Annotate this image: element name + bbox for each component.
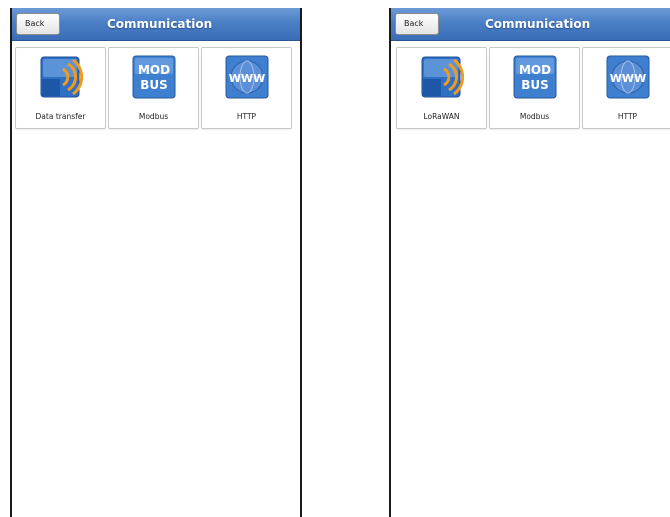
tile-label: Data transfer	[35, 112, 86, 121]
page-title: Communication	[107, 17, 213, 31]
back-button[interactable]: Back	[395, 13, 439, 35]
tile-grid: LoRaWAN MOD BUS Modbus WWW HTTP	[396, 47, 670, 129]
tile-data-transfer[interactable]: Data transfer	[15, 47, 106, 129]
tile-modbus[interactable]: MOD BUS Modbus	[489, 47, 580, 129]
title-bar: Back Communication	[12, 8, 300, 41]
communication-screen-right: Back Communication LoRaWAN MOD BUS Modbu…	[389, 8, 670, 517]
tile-label: Modbus	[138, 112, 169, 121]
modbus-icon-text-bottom: BUS	[140, 78, 168, 92]
www-icon-text: WWW	[609, 72, 645, 85]
www-icon-text: WWW	[228, 72, 264, 85]
tile-label: HTTP	[617, 112, 638, 121]
tile-label: HTTP	[236, 112, 257, 121]
title-bar: Back Communication	[391, 8, 670, 41]
back-button[interactable]: Back	[16, 13, 60, 35]
page-title: Communication	[485, 17, 591, 31]
tile-grid: Data transfer MOD BUS Modbus WWW HTTP	[15, 47, 294, 129]
modbus-icon: MOD BUS	[132, 55, 175, 99]
tile-label: Modbus	[519, 112, 550, 121]
tile-http[interactable]: WWW HTTP	[201, 47, 292, 129]
tile-modbus[interactable]: MOD BUS Modbus	[108, 47, 199, 129]
communication-screen-left: Back Communication Data transfer MOD BUS…	[10, 8, 302, 517]
modbus-icon-text-bottom: BUS	[521, 78, 549, 92]
wireless-transfer-icon	[40, 56, 83, 98]
tile-label: LoRaWAN	[423, 112, 460, 121]
modbus-icon: MOD BUS	[513, 55, 556, 99]
www-globe-icon: WWW	[606, 55, 649, 99]
tile-http[interactable]: WWW HTTP	[582, 47, 670, 129]
comparison-stage: Back Communication Data transfer MOD BUS…	[0, 0, 670, 517]
wireless-transfer-icon	[421, 56, 464, 98]
modbus-icon-text-top: MOD	[137, 63, 169, 77]
www-globe-icon: WWW	[225, 55, 268, 99]
modbus-icon-text-top: MOD	[518, 63, 550, 77]
tile-lorawan[interactable]: LoRaWAN	[396, 47, 487, 129]
